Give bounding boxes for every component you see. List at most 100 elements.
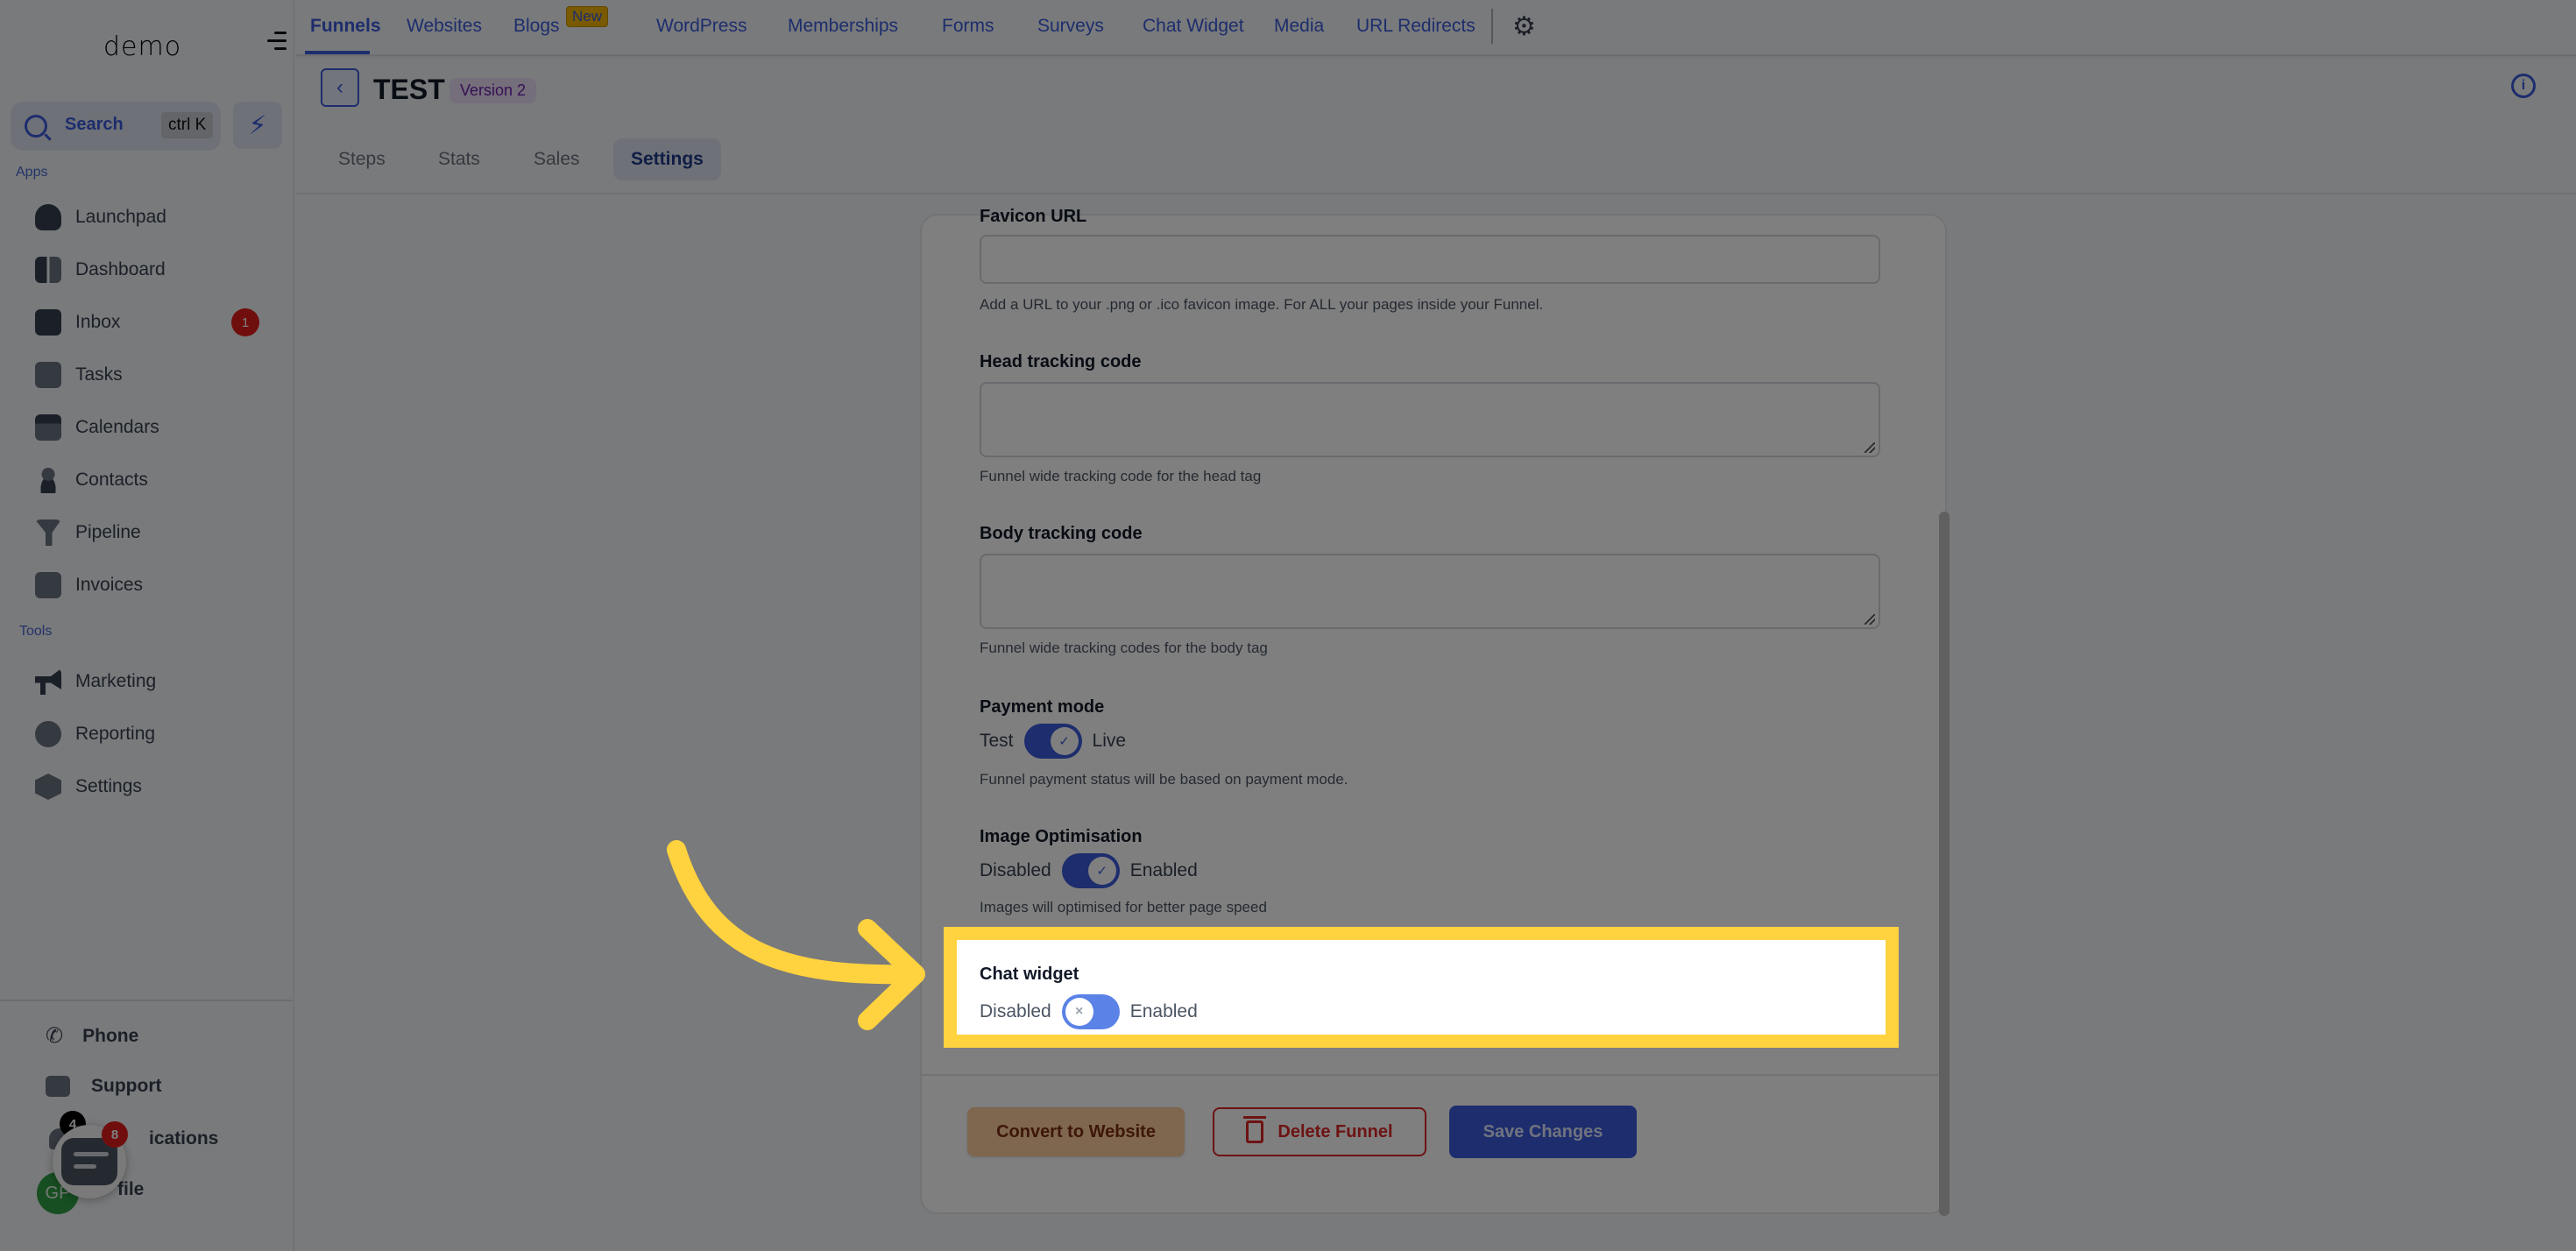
- topnav-wordpress[interactable]: WordPress: [656, 16, 747, 37]
- receipt-icon: [35, 572, 61, 598]
- body-tracking-label: Body tracking code: [980, 524, 1143, 543]
- tab-stats[interactable]: Stats: [438, 149, 480, 170]
- sidebar-item-settings[interactable]: Settings: [35, 769, 142, 804]
- chevron-left-icon: ‹: [336, 75, 343, 99]
- topnav-blogs[interactable]: Blogs: [513, 16, 560, 37]
- search-button[interactable]: Search ctrl K: [11, 102, 221, 151]
- head-tracking-input[interactable]: [980, 382, 1880, 457]
- gear-icon[interactable]: ⚙: [1512, 14, 1539, 40]
- topnav-surveys[interactable]: Surveys: [1037, 16, 1104, 37]
- delete-funnel-label: Delete Funnel: [1277, 1121, 1393, 1141]
- chat-widget-label: Chat widget: [980, 965, 1079, 984]
- annotation-arrow-icon: [667, 840, 925, 1030]
- image-optimisation-on-label: Enabled: [1129, 860, 1198, 880]
- logo[interactable]: demo.: [103, 32, 185, 62]
- payment-mode-label: Payment mode: [980, 697, 1105, 717]
- inbox-badge: 1: [231, 308, 259, 336]
- tab-settings[interactable]: Settings: [613, 138, 721, 180]
- sidebar-item-inbox[interactable]: Inbox: [35, 305, 120, 340]
- sidebar-item-marketing[interactable]: Marketing: [35, 664, 156, 699]
- topnav-url-redirects[interactable]: URL Redirects: [1356, 16, 1476, 37]
- body-tracking-help: Funnel wide tracking codes for the body …: [980, 640, 1268, 656]
- resize-handle[interactable]: [1865, 614, 1875, 625]
- body-tracking-input[interactable]: [980, 554, 1880, 629]
- active-tab-indicator: [305, 51, 370, 54]
- favicon-url-input[interactable]: [980, 235, 1880, 284]
- sidebar-item-phone[interactable]: ✆ Phone: [46, 1023, 138, 1049]
- check-icon: ✓: [1050, 727, 1079, 755]
- trash-icon: [1243, 1116, 1267, 1143]
- info-icon[interactable]: i: [2511, 74, 2536, 98]
- inbox-icon: [35, 309, 61, 336]
- topnav-chat-widget[interactable]: Chat Widget: [1143, 16, 1244, 37]
- sidebar-item-contacts[interactable]: Contacts: [35, 463, 148, 498]
- scrollbar[interactable]: [1939, 512, 1950, 1216]
- section-label-tools: Tools: [19, 624, 53, 639]
- delete-funnel-button[interactable]: Delete Funnel: [1213, 1107, 1426, 1156]
- topnav-websites[interactable]: Websites: [407, 16, 482, 37]
- save-changes-button[interactable]: Save Changes: [1449, 1106, 1637, 1158]
- chat-widget-highlight: Chat widget Disabled × Enabled: [944, 927, 1899, 1048]
- sidebar-item-invoices[interactable]: Invoices: [35, 568, 143, 603]
- favicon-help: Add a URL to your .png or .ico favicon i…: [980, 296, 1544, 313]
- megaphone-icon: [35, 668, 61, 695]
- tab-sales[interactable]: Sales: [534, 149, 580, 170]
- payment-mode-toggle[interactable]: ✓: [1023, 724, 1082, 759]
- new-badge: New: [566, 6, 609, 27]
- sidebar-item-pipeline[interactable]: Pipeline: [35, 515, 141, 550]
- sidebar-item-support[interactable]: Support: [46, 1076, 161, 1097]
- payment-mode-row: Test ✓ Live: [980, 724, 1126, 759]
- head-tracking-label: Head tracking code: [980, 352, 1142, 371]
- quick-actions-button[interactable]: ⚡: [233, 102, 282, 149]
- topnav-memberships[interactable]: Memberships: [788, 16, 898, 37]
- rocket-icon: [35, 204, 61, 230]
- sidebar-divider: [0, 1000, 293, 1001]
- search-label: Search: [65, 115, 124, 134]
- image-optimisation-row: Disabled ✓ Enabled: [980, 853, 1198, 888]
- pie-chart-icon: [35, 721, 61, 747]
- top-nav: Funnels Websites Blogs New WordPress Mem…: [296, 0, 2576, 56]
- sidebar-item-profile[interactable]: file: [117, 1179, 144, 1200]
- phone-icon: ✆: [46, 1024, 64, 1048]
- image-optimisation-help: Images will optimised for better page sp…: [980, 899, 1267, 915]
- favicon-label: Favicon URL: [980, 207, 1087, 226]
- payment-mode-help: Funnel payment status will be based on p…: [980, 771, 1348, 788]
- search-icon: [25, 115, 47, 138]
- topnav-forms[interactable]: Forms: [942, 16, 994, 37]
- image-optimisation-label: Image Optimisation: [980, 827, 1143, 846]
- topnav-funnels[interactable]: Funnels: [310, 16, 381, 37]
- topnav-media[interactable]: Media: [1274, 16, 1324, 37]
- calendar-icon: [35, 414, 61, 441]
- chat-widget-row: Disabled × Enabled: [980, 994, 1198, 1029]
- panel-footer-divider: [922, 1074, 1938, 1076]
- sidebar-item-launchpad[interactable]: Launchpad: [35, 200, 166, 235]
- payment-mode-on-label: Live: [1092, 731, 1127, 751]
- head-tracking-help: Funnel wide tracking code for the head t…: [980, 468, 1262, 484]
- image-optimisation-off-label: Disabled: [980, 860, 1051, 880]
- sidebar-item-tasks[interactable]: Tasks: [35, 357, 123, 392]
- settings-hex-icon: [35, 774, 61, 800]
- section-label-apps: Apps: [16, 165, 48, 180]
- funnel-icon: [35, 519, 61, 546]
- sidebar-item-calendars[interactable]: Calendars: [35, 410, 159, 445]
- resize-handle[interactable]: [1865, 442, 1875, 453]
- collapse-sidebar-icon[interactable]: [267, 32, 287, 51]
- version-badge: Version 2: [449, 78, 537, 103]
- dashboard-grid-icon: [35, 257, 61, 283]
- back-button[interactable]: ‹: [321, 68, 359, 107]
- close-icon: ×: [1065, 998, 1093, 1026]
- person-icon: [35, 467, 61, 493]
- page-title: TEST: [373, 74, 445, 105]
- tab-steps[interactable]: Steps: [338, 149, 386, 170]
- convert-to-website-button[interactable]: Convert to Website: [967, 1107, 1185, 1156]
- chat-widget-off-label: Disabled: [980, 1001, 1051, 1021]
- sidebar: demo. Search ctrl K ⚡ Apps Launchpad Das…: [0, 0, 294, 1251]
- sidebar-item-reporting[interactable]: Reporting: [35, 717, 155, 752]
- image-optimisation-toggle[interactable]: ✓: [1061, 853, 1120, 888]
- chat-widget-toggle[interactable]: ×: [1061, 994, 1120, 1029]
- chat-dots-icon: [46, 1076, 70, 1097]
- sidebar-item-dashboard[interactable]: Dashboard: [35, 252, 166, 287]
- header-divider: [296, 193, 2576, 194]
- chat-launcher-badge: 8: [102, 1121, 128, 1148]
- check-icon: ✓: [1087, 857, 1116, 885]
